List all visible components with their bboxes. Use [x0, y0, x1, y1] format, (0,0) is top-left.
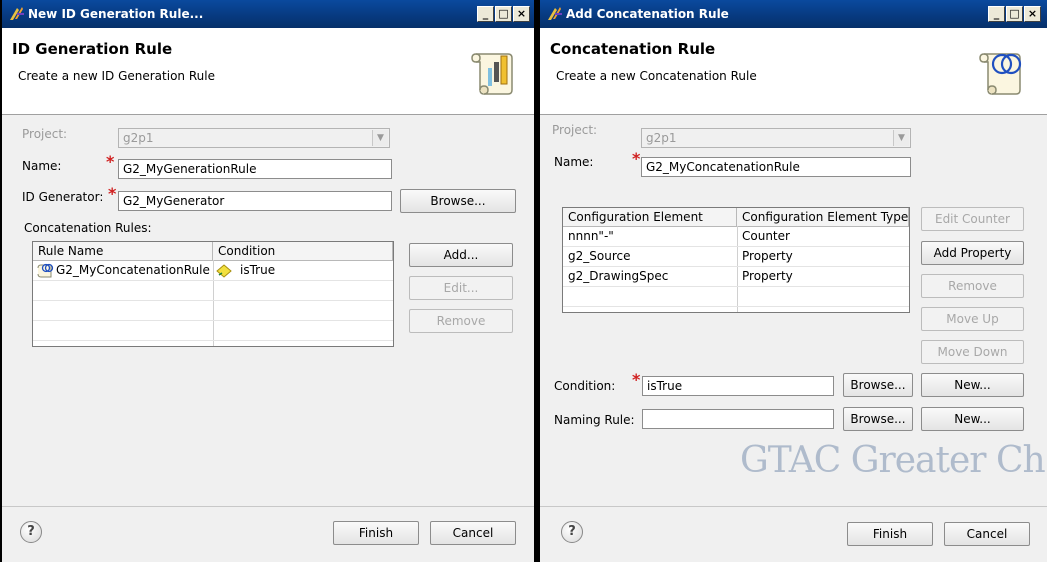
edit-counter-button[interactable]: Edit Counter	[921, 207, 1024, 231]
id-generator-label: ID Generator:	[22, 190, 104, 204]
required-asterisk: *	[632, 370, 641, 389]
condition-browse-button[interactable]: Browse...	[843, 373, 913, 397]
help-icon[interactable]: ?	[561, 521, 583, 543]
maximize-button[interactable]: □	[495, 6, 512, 22]
naming-rule-label: Naming Rule:	[554, 413, 635, 427]
row-divider	[33, 300, 393, 301]
add-property-button[interactable]: Add Property	[921, 241, 1024, 265]
project-label: Project:	[22, 127, 68, 141]
column-header-condition[interactable]: Condition	[213, 242, 393, 260]
column-header-rule-name[interactable]: Rule Name	[33, 242, 213, 260]
required-asterisk: *	[632, 149, 641, 168]
page-title: Concatenation Rule	[550, 40, 716, 58]
table-header: Rule Name Condition	[33, 242, 393, 261]
edit-button[interactable]: Edit...	[409, 276, 513, 300]
row-divider	[33, 320, 393, 321]
element-type-cell: Property	[742, 269, 793, 283]
minimize-button[interactable]: _	[988, 6, 1005, 22]
configuration-elements-table[interactable]: Configuration Element Configuration Elem…	[562, 207, 910, 313]
watermark-text: GTAC Greater Ch	[740, 440, 1046, 481]
app-icon	[548, 7, 562, 20]
table-header: Configuration Element Configuration Elem…	[563, 208, 909, 227]
row-divider	[563, 266, 909, 267]
column-header-configuration-element-type[interactable]: Configuration Element Type	[737, 208, 909, 226]
table-row[interactable]: g2_Source Property	[563, 247, 909, 266]
condition-cell: isTrue	[240, 263, 276, 277]
condition-input[interactable]: isTrue	[642, 376, 834, 396]
minimize-button[interactable]: _	[477, 6, 494, 22]
concatenation-rules-table[interactable]: Rule Name Condition G2_MyConcatenationRu…	[32, 241, 394, 347]
project-value: g2p1	[123, 131, 154, 145]
move-up-button[interactable]: Move Up	[921, 307, 1024, 331]
wizard-header: Concatenation Rule Create a new Concaten…	[540, 28, 1047, 115]
table-row[interactable]: g2_DrawingSpec Property	[563, 267, 909, 286]
naming-rule-browse-button[interactable]: Browse...	[843, 407, 913, 431]
window-title: Add Concatenation Rule	[566, 7, 729, 21]
page-title: ID Generation Rule	[12, 40, 173, 58]
cancel-button[interactable]: Cancel	[430, 521, 516, 545]
scroll-document-icon	[471, 53, 513, 95]
app-icon	[10, 7, 24, 20]
wizard-header: ID Generation Rule Create a new ID Gener…	[2, 28, 534, 115]
element-cell: nnnn"-"	[568, 229, 614, 243]
project-combo[interactable]: g2p1 ▼	[641, 128, 911, 148]
move-down-button[interactable]: Move Down	[921, 340, 1024, 364]
project-combo[interactable]: g2p1 ▼	[118, 128, 390, 148]
condition-new-button[interactable]: New...	[921, 373, 1024, 397]
column-header-configuration-element[interactable]: Configuration Element	[563, 208, 737, 226]
element-type-cell: Counter	[742, 229, 790, 243]
table-row[interactable]: nnnn"-" Counter	[563, 227, 909, 246]
finish-button[interactable]: Finish	[333, 521, 419, 545]
maximize-button[interactable]: □	[1006, 6, 1023, 22]
remove-button[interactable]: Remove	[409, 309, 513, 333]
page-subtitle: Create a new ID Generation Rule	[18, 69, 215, 83]
cancel-button[interactable]: Cancel	[944, 522, 1030, 546]
window-title: New ID Generation Rule...	[28, 7, 204, 21]
concatenation-rule-dialog: Add Concatenation Rule _ □ × Concatenati…	[540, 0, 1047, 562]
name-label: Name:	[554, 155, 594, 169]
name-input[interactable]: G2_MyGenerationRule	[118, 159, 392, 179]
footer-separator	[2, 506, 534, 507]
close-button[interactable]: ×	[1024, 6, 1041, 22]
chevron-down-icon[interactable]: ▼	[372, 130, 388, 146]
row-divider	[33, 280, 393, 281]
naming-rule-new-button[interactable]: New...	[921, 407, 1024, 431]
required-asterisk: *	[106, 152, 115, 171]
name-label: Name:	[22, 159, 62, 173]
browse-button[interactable]: Browse...	[400, 189, 516, 213]
chevron-down-icon[interactable]: ▼	[893, 130, 909, 146]
row-divider	[563, 306, 909, 307]
concatenation-rules-label: Concatenation Rules:	[24, 221, 152, 235]
naming-rule-input[interactable]	[642, 409, 834, 429]
page-subtitle: Create a new Concatenation Rule	[556, 69, 757, 83]
condition-label: Condition:	[554, 379, 616, 393]
project-label: Project:	[552, 123, 598, 137]
add-button[interactable]: Add...	[409, 243, 513, 267]
element-type-cell: Property	[742, 249, 793, 263]
scroll-rings-icon	[979, 53, 1022, 95]
remove-button[interactable]: Remove	[921, 274, 1024, 298]
row-divider	[563, 286, 909, 287]
title-bar[interactable]: New ID Generation Rule... _ □ ×	[2, 0, 534, 28]
id-generation-rule-dialog: New ID Generation Rule... _ □ × ID Gener…	[2, 0, 534, 562]
row-divider	[33, 340, 393, 341]
name-input[interactable]: G2_MyConcatenationRule	[641, 157, 911, 177]
row-divider	[563, 246, 909, 247]
required-asterisk: *	[108, 184, 117, 203]
title-bar[interactable]: Add Concatenation Rule _ □ ×	[540, 0, 1047, 28]
rule-name-cell: G2_MyConcatenationRule	[56, 263, 210, 277]
table-row[interactable]: G2_MyConcatenationRule isTrue	[33, 261, 393, 280]
close-button[interactable]: ×	[513, 6, 530, 22]
element-cell: g2_Source	[568, 249, 631, 263]
project-value: g2p1	[646, 131, 677, 145]
element-cell: g2_DrawingSpec	[568, 269, 669, 283]
condition-icon	[216, 264, 232, 278]
footer-separator	[540, 506, 1047, 507]
help-icon[interactable]: ?	[20, 521, 42, 543]
id-generator-input[interactable]: G2_MyGenerator	[118, 191, 392, 211]
finish-button[interactable]: Finish	[847, 522, 933, 546]
